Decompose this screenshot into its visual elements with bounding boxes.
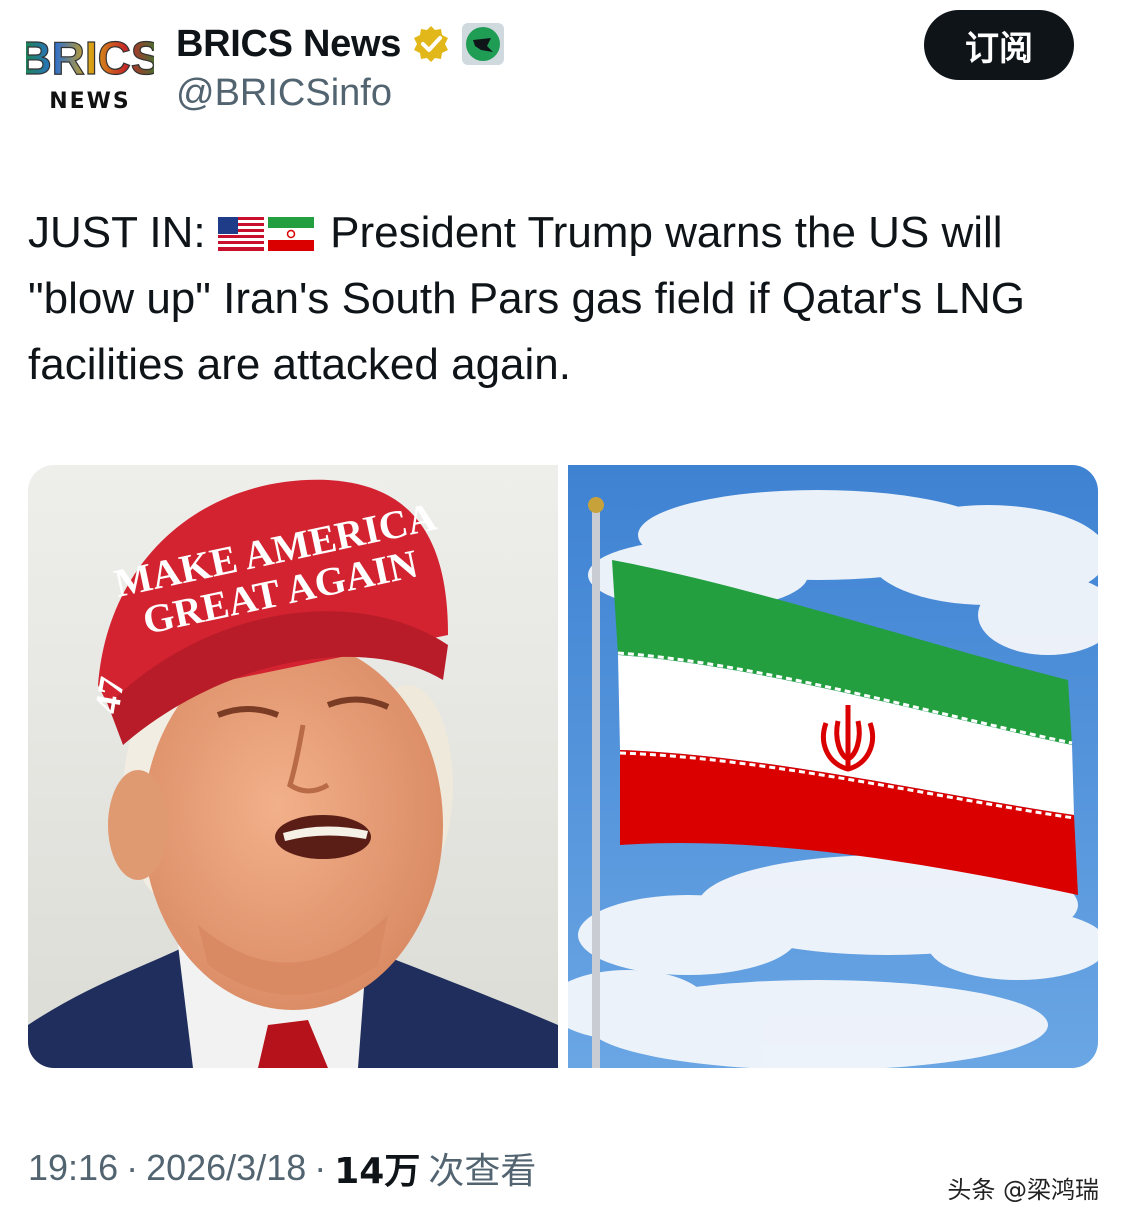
tweet-prefix: JUST IN: [28,208,206,257]
photo-iran-flag[interactable] [568,465,1098,1068]
display-name[interactable]: BRICS News [176,23,401,66]
media-divider [558,465,568,1068]
tweet-media[interactable]: MAKE AMERICA GREAT AGAIN 47 [28,465,1098,1068]
verified-badge-icon[interactable] [411,24,451,64]
us-flag-icon [217,217,264,251]
watermark: 头条 @梁鸿瑞 [947,1176,1099,1204]
iran-flag-icon [267,217,314,251]
tweet-date[interactable]: 2026/3/18 [146,1147,306,1189]
tweet-time[interactable]: 19:16 [28,1147,118,1189]
author-name-row: BRICS News [176,20,505,68]
photo-man-in-red-cap[interactable]: MAKE AMERICA GREAT AGAIN 47 [28,465,558,1068]
subscribe-button[interactable]: 订阅 [924,10,1074,80]
meta-separator: · [126,1147,139,1188]
affiliate-badge-icon[interactable] [461,22,505,66]
tweet-meta: 19:16 · 2026/3/18 · 14万 次查看 [28,1142,536,1194]
meta-separator: · [314,1147,327,1188]
author-handle[interactable]: @BRICSinfo [176,72,392,115]
tweet-page: BRICS NEWS BRICS News @BRICSinfo 订阅 JUST… [0,0,1125,1226]
views-count[interactable]: 14万 [334,1142,420,1194]
svg-text:NEWS: NEWS [49,89,131,114]
svg-text:47: 47 [86,674,132,716]
brics-news-logo[interactable]: BRICS NEWS [26,30,154,114]
svg-text:BRICS: BRICS [26,32,154,84]
views-label: 次查看 [428,1151,537,1192]
tweet-text: JUST IN: President Trump warns the US wi… [28,200,1098,398]
